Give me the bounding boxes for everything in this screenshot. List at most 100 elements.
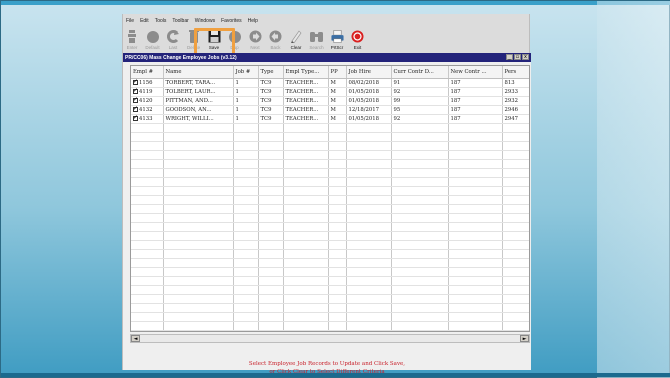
delete-button[interactable]: Delete bbox=[186, 26, 202, 52]
cell-type[interactable]: TC9 bbox=[258, 96, 284, 106]
cell-pp[interactable]: M bbox=[328, 78, 347, 88]
cell-curr-contr[interactable]: 91 bbox=[391, 78, 449, 88]
cell-pp[interactable]: M bbox=[328, 105, 347, 115]
row-checkbox[interactable] bbox=[133, 78, 138, 85]
col-type[interactable]: Type bbox=[258, 66, 284, 79]
col-curr-contr[interactable]: Curr Contr D... bbox=[391, 66, 449, 79]
col-job-hire[interactable]: Job Hire bbox=[346, 66, 392, 79]
cell-pp[interactable]: M bbox=[328, 96, 347, 106]
cell-job-num[interactable]: 1 bbox=[233, 78, 259, 88]
default-icon bbox=[146, 30, 159, 43]
cell-pers[interactable]: 2932 bbox=[502, 96, 529, 106]
cell-empl-type[interactable]: TEACHER... bbox=[283, 96, 329, 106]
cell-name[interactable]: TORBERT, TARA... bbox=[163, 78, 234, 88]
cell-empl-type[interactable]: TEACHER... bbox=[283, 78, 329, 88]
minimize-button[interactable]: _ bbox=[506, 54, 513, 60]
cell-type[interactable]: TC9 bbox=[258, 78, 284, 88]
col-pp[interactable]: PP bbox=[328, 66, 347, 79]
cell-job-num[interactable]: 1 bbox=[233, 96, 259, 106]
cell-empl-num[interactable]: 4119 bbox=[131, 87, 164, 97]
cell-type[interactable]: TC9 bbox=[258, 87, 284, 97]
col-job-num[interactable]: Job # bbox=[233, 66, 259, 79]
close-button[interactable]: x bbox=[522, 54, 529, 60]
table-row[interactable]: 4120 PITTMAN, AND... 1 TC9 TEACHER... M … bbox=[131, 96, 529, 106]
cell-new-contr[interactable]: 187 bbox=[448, 87, 503, 97]
col-empl-num[interactable]: Empl # bbox=[131, 66, 164, 79]
cell-pers[interactable]: 2933 bbox=[502, 87, 529, 97]
cell-job-hire[interactable]: 08/02/2018 bbox=[346, 78, 392, 88]
empty-row bbox=[131, 132, 529, 142]
cell-job-hire[interactable]: 01/05/2018 bbox=[346, 87, 392, 97]
cell-empl-type[interactable]: TEACHER... bbox=[283, 87, 329, 97]
cell-job-num[interactable]: 1 bbox=[233, 105, 259, 115]
clear-button[interactable]: Clear bbox=[288, 26, 304, 52]
cell-empl-num[interactable]: 1156 bbox=[131, 78, 164, 88]
cell-job-num[interactable]: 1 bbox=[233, 114, 259, 124]
print-screen-button[interactable]: PrtScr bbox=[329, 26, 345, 52]
cell-new-contr[interactable]: 187 bbox=[448, 96, 503, 106]
table-row[interactable]: 4132 GOODSON, AN... 1 TC9 TEACHER... M 1… bbox=[131, 105, 529, 115]
next-button[interactable]: Next bbox=[247, 26, 263, 52]
table-row[interactable]: 4133 WRIGHT, WILLI... 1 TC9 TEACHER... M… bbox=[131, 114, 529, 124]
cell-curr-contr[interactable]: 92 bbox=[391, 114, 449, 124]
menu-help[interactable]: Help bbox=[248, 18, 258, 24]
table-row[interactable]: 1156 TORBERT, TARA... 1 TC9 TEACHER... M… bbox=[131, 78, 529, 88]
search-button[interactable]: Search bbox=[309, 26, 325, 52]
save-button[interactable]: Save bbox=[206, 26, 222, 52]
duplicate-button[interactable]: Dup bbox=[227, 26, 243, 52]
enter-button[interactable]: Enter bbox=[124, 26, 140, 52]
horizontal-scrollbar[interactable]: ◄ ► bbox=[130, 334, 530, 343]
col-pers[interactable]: Pers bbox=[502, 66, 529, 79]
cell-new-contr[interactable]: 187 bbox=[448, 105, 503, 115]
row-checkbox[interactable] bbox=[133, 114, 138, 121]
back-button[interactable]: Back bbox=[268, 26, 284, 52]
cell-empl-num[interactable]: 4132 bbox=[131, 105, 164, 115]
cell-pers[interactable]: 2947 bbox=[502, 114, 529, 124]
row-checkbox[interactable] bbox=[133, 96, 138, 103]
cell-type[interactable]: TC9 bbox=[258, 114, 284, 124]
cell-job-num[interactable]: 1 bbox=[233, 87, 259, 97]
row-checkbox[interactable] bbox=[133, 87, 138, 94]
menu-favorites[interactable]: Favorites bbox=[221, 18, 242, 24]
cell-new-contr[interactable]: 187 bbox=[448, 78, 503, 88]
exit-button[interactable]: Exit bbox=[350, 26, 366, 52]
cell-job-hire[interactable]: 12/18/2017 bbox=[346, 105, 392, 115]
cell-name[interactable]: GOODSON, AN... bbox=[163, 105, 234, 115]
cell-name[interactable]: PITTMAN, AND... bbox=[163, 96, 234, 106]
cell-pers[interactable]: 2946 bbox=[502, 105, 529, 115]
cell-pers[interactable]: 813 bbox=[502, 78, 529, 88]
empty-cell bbox=[391, 150, 449, 160]
empty-cell bbox=[502, 231, 529, 241]
cell-name[interactable]: WRIGHT, WILLI... bbox=[163, 114, 234, 124]
cell-job-hire[interactable]: 01/05/2018 bbox=[346, 114, 392, 124]
col-new-contr[interactable]: New Contr ... bbox=[448, 66, 503, 79]
restore-button[interactable]: ▫ bbox=[514, 54, 521, 60]
menu-tools[interactable]: Tools bbox=[155, 18, 167, 24]
cell-pp[interactable]: M bbox=[328, 87, 347, 97]
menu-edit[interactable]: Edit bbox=[140, 18, 149, 24]
empty-cell bbox=[283, 123, 329, 133]
col-name[interactable]: Name bbox=[163, 66, 234, 79]
menu-toolbar[interactable]: Toolbar bbox=[172, 18, 188, 24]
cell-empl-type[interactable]: TEACHER... bbox=[283, 114, 329, 124]
scroll-right-button[interactable]: ► bbox=[520, 335, 529, 342]
cell-job-hire[interactable]: 01/05/2018 bbox=[346, 96, 392, 106]
table-row[interactable]: 4119 TOLBERT, LAUR... 1 TC9 TEACHER... M… bbox=[131, 87, 529, 97]
cell-empl-num[interactable]: 4120 bbox=[131, 96, 164, 106]
default-button[interactable]: Default bbox=[145, 26, 161, 52]
col-empl-type[interactable]: Empl Type... bbox=[283, 66, 329, 79]
scroll-left-button[interactable]: ◄ bbox=[131, 335, 140, 342]
cell-pp[interactable]: M bbox=[328, 114, 347, 124]
row-checkbox[interactable] bbox=[133, 105, 138, 112]
cell-curr-contr[interactable]: 99 bbox=[391, 96, 449, 106]
cell-name[interactable]: TOLBERT, LAUR... bbox=[163, 87, 234, 97]
menu-file[interactable]: File bbox=[126, 18, 134, 24]
menu-windows[interactable]: Windows bbox=[195, 18, 215, 24]
cell-curr-contr[interactable]: 92 bbox=[391, 87, 449, 97]
cell-empl-type[interactable]: TEACHER... bbox=[283, 105, 329, 115]
cell-new-contr[interactable]: 187 bbox=[448, 114, 503, 124]
cell-curr-contr[interactable]: 95 bbox=[391, 105, 449, 115]
last-button[interactable]: Last bbox=[165, 26, 181, 52]
cell-empl-num[interactable]: 4133 bbox=[131, 114, 164, 124]
cell-type[interactable]: TC9 bbox=[258, 105, 284, 115]
